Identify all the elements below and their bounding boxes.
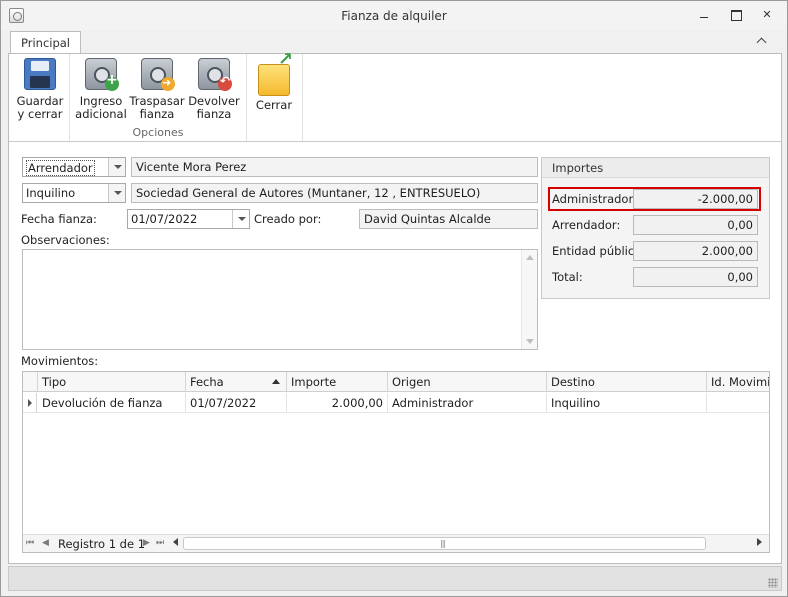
party2-name-field[interactable]: Sociedad General de Autores (Muntaner, 1… <box>131 183 538 203</box>
ribbon-group-close: Cerrar <box>247 53 303 141</box>
cell-destino[interactable]: Inquilino <box>547 393 707 413</box>
creado-por-label: Creado por: <box>254 212 322 226</box>
party1-name-value: Vicente Mora Perez <box>136 160 247 174</box>
fecha-fianza-label: Fecha fianza: <box>21 212 97 226</box>
resize-grip-icon[interactable] <box>768 578 778 588</box>
scroll-grip-icon[interactable]: ||| <box>440 539 446 548</box>
horizontal-scrollbar[interactable]: ||| <box>183 537 706 550</box>
fianza-window: Fianza de alquiler ✕ Principal Guardar y… <box>0 0 788 597</box>
importes-title: Importes <box>552 161 604 175</box>
arrendador-label: Arrendador: <box>552 218 621 232</box>
party2-role-combo[interactable]: Inquilino <box>22 183 126 203</box>
tab-principal[interactable]: Principal <box>10 31 82 54</box>
column-header-fecha-text: Fecha <box>190 375 224 389</box>
total-value: 0,00 <box>633 267 758 287</box>
cerrar-label: Cerrar <box>255 98 293 112</box>
form-content: Arrendador Vicente Mora Perez Inquilino … <box>8 142 782 564</box>
chevron-down-icon[interactable] <box>232 210 249 228</box>
folder-exit-icon <box>258 53 293 96</box>
fecha-fianza-value: 01/07/2022 <box>131 212 198 226</box>
minimize-button[interactable] <box>695 7 713 23</box>
party2-role-value: Inquilino <box>26 186 76 200</box>
party1-name-field[interactable]: Vicente Mora Perez <box>131 157 538 177</box>
scroll-down-icon[interactable] <box>526 339 534 344</box>
record-counter: Registro 1 de 1 <box>58 537 146 551</box>
column-header-tipo[interactable]: Tipo <box>38 372 186 392</box>
creado-por-field: David Quintas Alcalde <box>359 209 538 229</box>
first-record-icon[interactable]: ⏮ <box>26 538 34 548</box>
ribbon-group-opciones: Ingreso adicional Traspasar fianza Devol… <box>70 54 247 141</box>
chevron-down-icon[interactable] <box>108 158 125 176</box>
column-header-importe[interactable]: Importe <box>287 372 388 392</box>
close-button[interactable]: ✕ <box>758 7 776 23</box>
column-header-id[interactable]: Id. Movimiento <box>707 372 769 392</box>
cerrar-button[interactable]: Cerrar <box>251 53 297 112</box>
devolver-label-2: fianza <box>196 107 232 121</box>
entidad-publica-value: 2.000,00 <box>633 241 758 261</box>
chevron-down-icon[interactable] <box>108 184 125 202</box>
administrador-label: Administrador: <box>552 192 637 206</box>
collapse-ribbon-icon[interactable] <box>755 34 769 48</box>
cell-importe[interactable]: 2.000,00 <box>287 393 388 413</box>
grid-navigator: ⏮ ◀ Registro 1 de 1 ▶ ⏭ ||| <box>23 534 769 552</box>
last-record-icon[interactable]: ⏭ <box>156 538 164 548</box>
sort-ascending-icon <box>272 379 280 384</box>
movimientos-grid: Tipo Fecha Importe Origen Destino Id. Mo… <box>22 371 770 553</box>
ribbon-group-save: Guardar y cerrar <box>9 54 70 141</box>
arrendador-value: 0,00 <box>633 215 758 235</box>
window-title: Fianza de alquiler <box>341 9 447 23</box>
scroll-left-icon[interactable] <box>173 538 178 546</box>
creado-por-value: David Quintas Alcalde <box>364 212 491 226</box>
traspasar-fianza-button[interactable]: Traspasar fianza <box>129 58 185 121</box>
scroll-right-icon[interactable] <box>757 538 762 546</box>
safe-return-icon <box>198 58 232 91</box>
column-header-destino[interactable]: Destino <box>547 372 707 392</box>
party1-role-value: Arrendador <box>26 160 95 176</box>
importes-header: Importes <box>542 158 769 178</box>
fecha-fianza-picker[interactable]: 01/07/2022 <box>127 209 250 229</box>
column-header-origen[interactable]: Origen <box>388 372 547 392</box>
ribbon-tabs: Principal <box>1 30 787 54</box>
safe-transfer-icon <box>141 58 175 91</box>
title-bar: Fianza de alquiler ✕ <box>1 1 787 30</box>
movimientos-label: Movimientos: <box>21 354 99 368</box>
ingreso-label-2: adicional <box>75 107 127 121</box>
status-bar <box>8 566 782 591</box>
cell-tipo[interactable]: Devolución de fianza <box>38 393 186 413</box>
scroll-up-icon[interactable] <box>526 255 534 260</box>
observaciones-label: Observaciones: <box>21 233 110 247</box>
party1-role-combo[interactable]: Arrendador <box>22 157 126 177</box>
cell-origen[interactable]: Administrador <box>388 393 547 413</box>
floppy-disk-icon <box>24 58 56 90</box>
cell-id[interactable] <box>707 393 769 413</box>
traspasar-label-2: fianza <box>139 107 175 121</box>
ribbon: Guardar y cerrar Ingreso adicional Trasp… <box>8 53 782 142</box>
header-indicator <box>23 372 38 392</box>
prev-record-icon[interactable]: ◀ <box>42 538 49 548</box>
devolver-fianza-button[interactable]: Devolver fianza <box>186 58 242 121</box>
entidad-publica-label: Entidad pública: <box>552 244 646 258</box>
observaciones-scrollbar[interactable] <box>521 250 537 349</box>
guardar-y-cerrar-button[interactable]: Guardar y cerrar <box>15 58 65 121</box>
observaciones-textarea[interactable] <box>22 249 538 350</box>
next-record-icon[interactable]: ▶ <box>143 538 150 548</box>
row-indicator-icon <box>23 393 37 413</box>
administrador-value: -2.000,00 <box>633 189 758 209</box>
maximize-button[interactable] <box>727 7 745 23</box>
importes-group: Importes Administrador: -2.000,00 Arrend… <box>541 157 770 299</box>
party2-name-value: Sociedad General de Autores (Muntaner, 1… <box>136 186 481 200</box>
cell-fecha[interactable]: 01/07/2022 <box>186 393 287 413</box>
safe-add-icon <box>85 58 119 91</box>
ingreso-adicional-button[interactable]: Ingreso adicional <box>73 58 129 121</box>
column-header-fecha[interactable]: Fecha <box>186 372 287 392</box>
total-label: Total: <box>552 270 583 284</box>
guardar-label-2: y cerrar <box>17 107 63 121</box>
group-label-opciones: Opciones <box>132 126 184 139</box>
table-row[interactable]: Devolución de fianza 01/07/2022 2.000,00… <box>23 393 769 413</box>
grid-header: Tipo Fecha Importe Origen Destino Id. Mo… <box>23 372 769 392</box>
